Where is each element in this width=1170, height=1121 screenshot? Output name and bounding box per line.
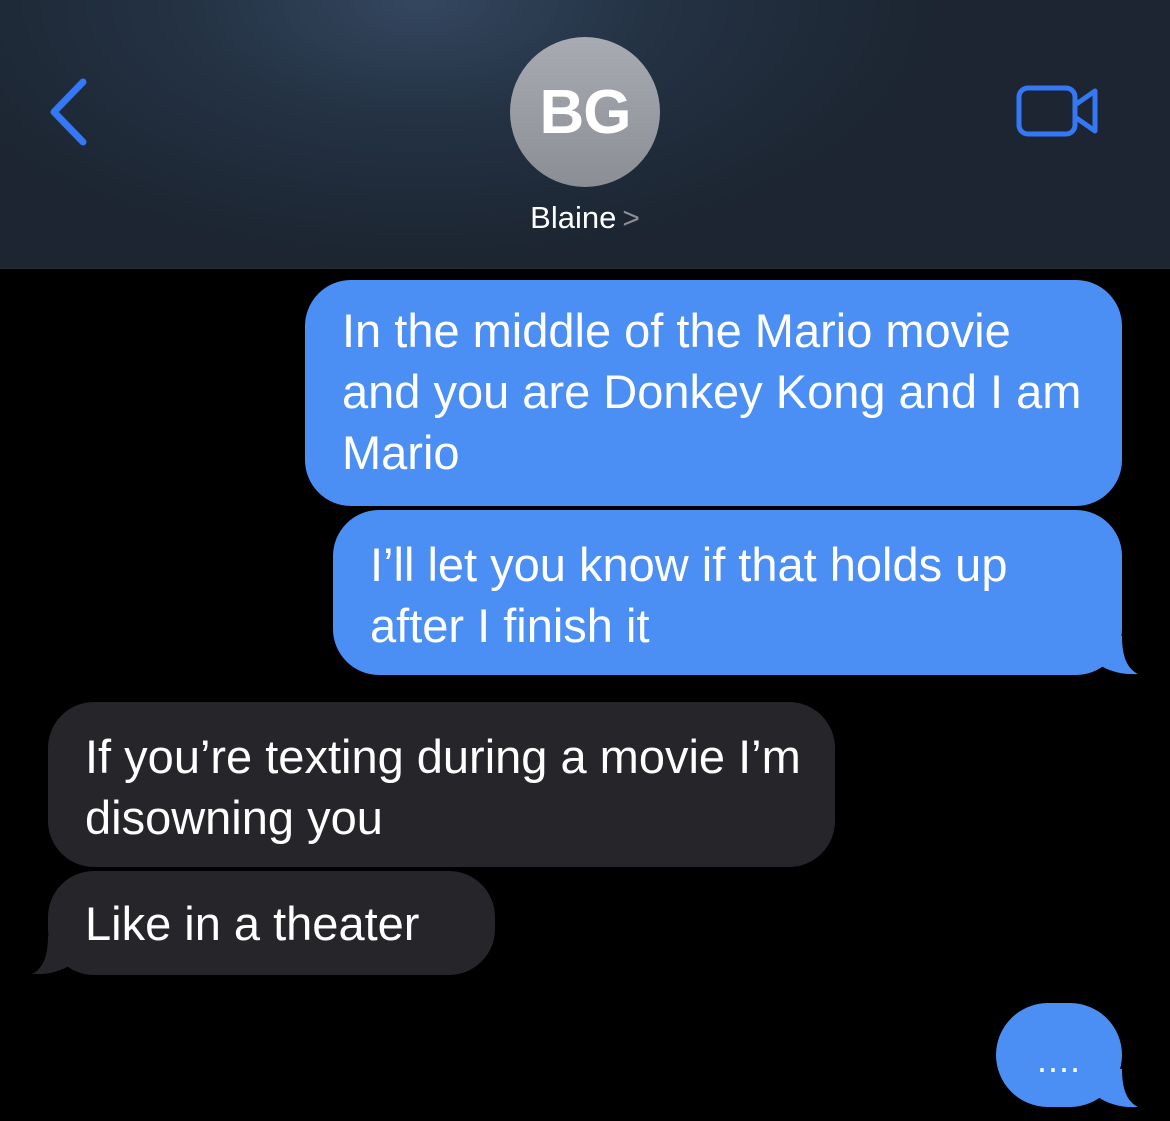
back-button[interactable] [40,72,100,152]
message-bubble-received[interactable]: If you’re texting during a movie I’m dis… [48,702,835,867]
bubble-tail-received [32,936,80,975]
chevron-right-icon: > [622,202,640,235]
message-bubble-sent[interactable]: In the middle of the Mario movie and you… [305,280,1122,506]
contact-name-button[interactable]: Blaine > [0,200,1170,236]
bubble-tail-sent [1090,1069,1138,1108]
contact-avatar[interactable]: BG [510,37,660,187]
message-bubble-received[interactable]: Like in a theater [48,871,495,975]
facetime-video-button[interactable] [1016,84,1100,140]
message-bubble-sent[interactable]: I’ll let you know if that holds up after… [333,510,1122,675]
bubble-tail-sent [1090,636,1138,675]
contact-name: Blaine [530,200,617,235]
video-camera-icon [1016,85,1098,137]
chevron-left-icon [50,78,87,146]
conversation-header: BG Blaine > [0,0,1170,269]
